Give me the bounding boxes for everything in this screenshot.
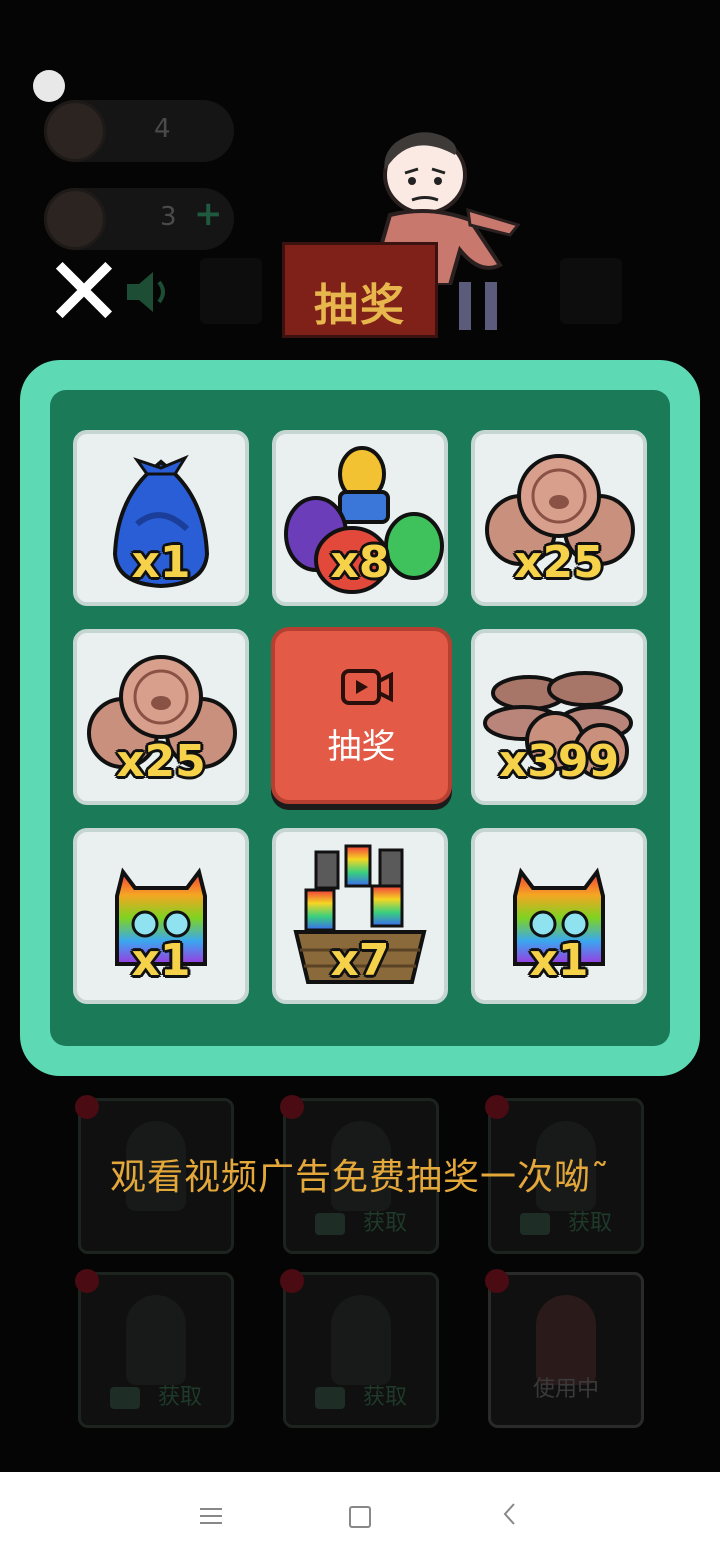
get-label: 获取 — [567, 1211, 612, 1236]
prize-quantity: x25 — [116, 736, 206, 787]
character-card[interactable]: 获取 — [280, 1269, 439, 1428]
prize-quantity: x25 — [514, 537, 604, 588]
new-badge — [75, 1095, 99, 1119]
new-badge — [485, 1095, 509, 1119]
prize-quantity: x1 — [131, 935, 191, 986]
get-label: 获取 — [362, 1211, 407, 1236]
character-card[interactable]: 获取 — [75, 1269, 234, 1428]
free-draw-hint: 观看视频广告免费抽奖一次呦˜ — [109, 1157, 610, 1198]
speaker-icon[interactable] — [125, 270, 179, 314]
coin-icon — [44, 100, 106, 162]
prize-quantity: x1 — [529, 935, 589, 986]
video-icon — [314, 1387, 345, 1409]
lottery-banner: 抽奖 — [282, 220, 438, 338]
new-badge — [75, 1269, 99, 1293]
coin-count: 4 — [154, 114, 171, 144]
back-icon[interactable] — [502, 1502, 518, 1526]
floating-dot[interactable] — [33, 70, 65, 102]
video-icon — [341, 669, 393, 705]
draw-button[interactable]: 抽奖 — [271, 627, 452, 804]
prize-cell: x7 — [272, 828, 448, 1004]
prize-cell: x1 — [73, 430, 249, 606]
prize-quantity: x1 — [131, 537, 191, 588]
close-icon[interactable]: ✕ — [40, 244, 128, 340]
ticket-count: 3 — [160, 202, 177, 232]
home-icon[interactable] — [349, 1506, 371, 1528]
bg-slot — [200, 258, 262, 324]
prize-cell: x399 — [471, 629, 647, 805]
prize-cell: x8 — [272, 430, 448, 606]
new-badge — [485, 1269, 509, 1293]
in-use-label: 使用中 — [532, 1377, 599, 1402]
menu-icon[interactable] — [200, 1508, 222, 1524]
prize-quantity: x7 — [330, 935, 390, 986]
bg-slot — [560, 258, 622, 324]
new-badge — [280, 1269, 304, 1293]
video-icon — [314, 1213, 345, 1235]
character-thumbnail — [126, 1295, 186, 1385]
get-label: 获取 — [362, 1385, 407, 1410]
prize-quantity: x8 — [330, 537, 390, 588]
prize-quantity: x399 — [498, 736, 620, 787]
add-ticket-icon[interactable]: + — [194, 194, 223, 234]
video-icon — [519, 1213, 550, 1235]
coin-counter: 4 — [44, 100, 234, 162]
new-badge — [280, 1095, 304, 1119]
game-screen: 4 3 + 抽奖 ✕ 获取 获取 获取 获取 使用中 x1 x8 x25 x25… — [0, 0, 720, 1560]
system-nav-bar — [0, 1472, 720, 1560]
character-thumbnail — [331, 1295, 391, 1385]
draw-button-label: 抽奖 — [327, 727, 396, 767]
video-icon — [109, 1387, 140, 1409]
banner-label: 抽奖 — [314, 280, 406, 331]
character-card-selected[interactable]: 使用中 — [485, 1269, 644, 1428]
prize-cell: x1 — [471, 828, 647, 1004]
prize-cell: x25 — [471, 430, 647, 606]
prize-cell: x25 — [73, 629, 249, 805]
pause-icon[interactable] — [455, 282, 509, 330]
prize-cell: x1 — [73, 828, 249, 1004]
get-label: 获取 — [157, 1385, 202, 1410]
